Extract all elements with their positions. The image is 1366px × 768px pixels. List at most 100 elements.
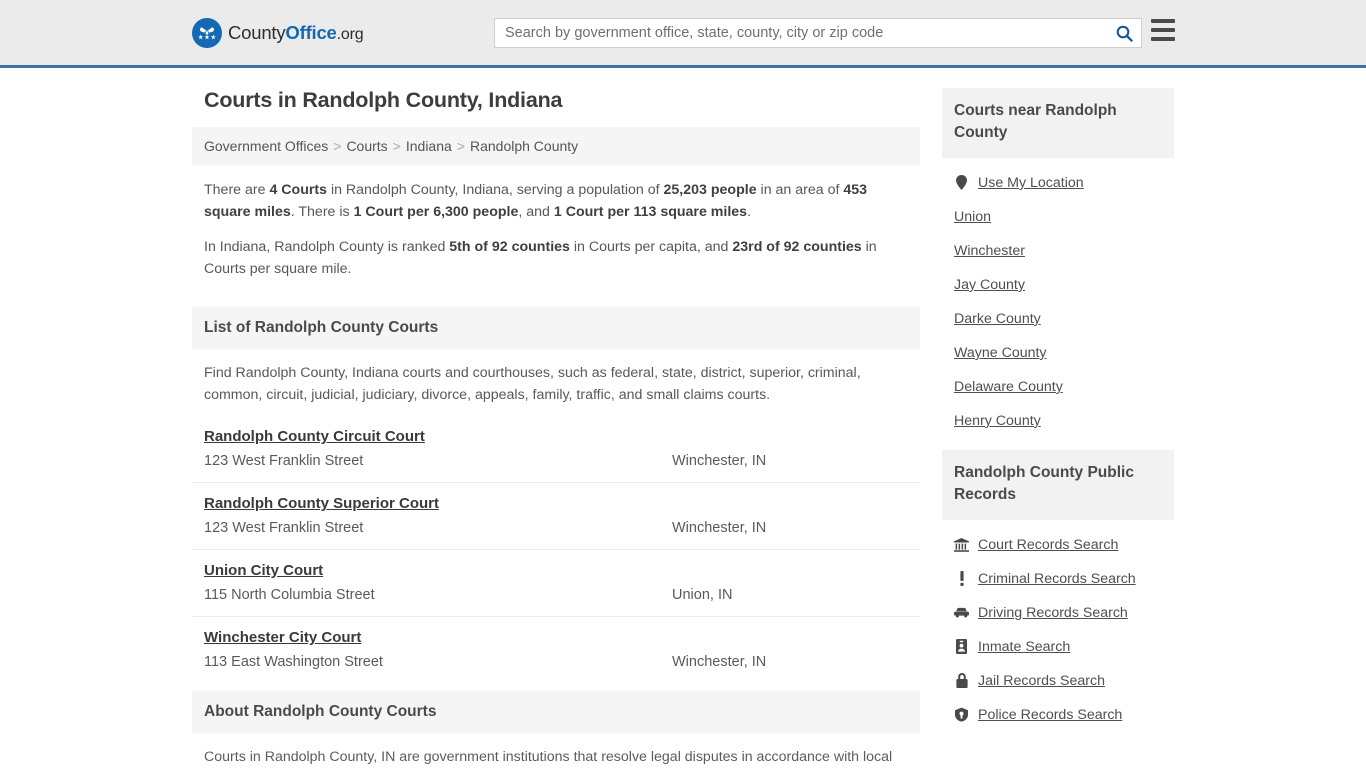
sidebar-link-label: Darke County (954, 310, 1041, 327)
list-section-heading: List of Randolph County Courts (192, 307, 920, 349)
intro-paragraph-1: There are 4 Courts in Randolph County, I… (204, 179, 908, 223)
sidebar-records-item-court-records-search[interactable]: Court Records Search (942, 528, 1174, 562)
sidebar-link-label: Driving Records Search (978, 604, 1128, 621)
sidebar-records-item-driving-records-search[interactable]: Driving Records Search (942, 596, 1174, 630)
site-logo[interactable]: CountyOffice.org (192, 17, 364, 48)
police-badge-icon (954, 707, 969, 722)
stat-text: in Randolph County, Indiana, serving a p… (327, 182, 664, 198)
list-section-description-wrap: Find Randolph County, Indiana courts and… (192, 349, 920, 410)
sidebar-records-item-inmate-search[interactable]: Inmate Search (942, 630, 1174, 664)
stat-text: . There is (290, 204, 354, 220)
logo-wordmark: CountyOffice.org (228, 21, 364, 44)
breadcrumb-item[interactable]: Randolph County (470, 138, 578, 154)
court-name-link[interactable]: Randolph County Superior Court (204, 495, 439, 512)
court-address: 115 North Columbia Street (204, 587, 375, 603)
court-city-state: Winchester, IN (672, 453, 767, 469)
court-name-link[interactable]: Union City Court (204, 562, 323, 579)
court-name-link[interactable]: Randolph County Circuit Court (204, 428, 425, 445)
sidebar-nearby-item-delaware-county[interactable]: Delaware County (942, 370, 1174, 404)
map-pin-icon (954, 175, 969, 191)
breadcrumb-separator: > (392, 138, 401, 154)
hamburger-menu-icon[interactable] (1151, 19, 1175, 41)
sidebar-link-label: Wayne County (954, 344, 1047, 361)
court-city-state: Union, IN (672, 587, 733, 603)
court-meta: 123 West Franklin Street Winchester, IN (204, 520, 908, 536)
about-section-heading: About Randolph County Courts (192, 691, 920, 733)
sidebar-link-label: Jay County (954, 276, 1025, 293)
stat-value: 5th of 92 counties (449, 239, 570, 255)
stat-value: 1 Court per 113 square miles (553, 204, 748, 220)
sidebar-link-label: Police Records Search (978, 706, 1123, 723)
logo-text-office: Office (285, 21, 337, 43)
court-address: 123 West Franklin Street (204, 520, 364, 536)
court-meta: 123 West Franklin Street Winchester, IN (204, 453, 908, 469)
sidebar-nearby-section: Courts near Randolph County Use My Locat… (942, 88, 1174, 444)
stat-text: , and (518, 204, 554, 220)
search-button[interactable] (1107, 19, 1141, 47)
breadcrumb-item[interactable]: Indiana (406, 138, 452, 154)
sidebar-nearby-item-union[interactable]: Union (942, 200, 1174, 234)
stat-text: In Indiana, Randolph County is ranked (204, 239, 450, 255)
court-list-item[interactable]: Randolph County Superior Court 123 West F… (192, 483, 920, 550)
search-icon (1116, 25, 1133, 42)
stat-text: There are (204, 182, 270, 198)
sidebar-nearby-item-darke-county[interactable]: Darke County (942, 302, 1174, 336)
list-section-description: Find Randolph County, Indiana courts and… (204, 365, 861, 403)
exclamation-icon (954, 571, 969, 587)
court-list-item[interactable]: Winchester City Court 113 East Washington… (192, 617, 920, 683)
sidebar-nearby-links: Use My Location Union Winchester Jay County… (942, 158, 1174, 444)
breadcrumb: Government Offices > Courts > Indiana > Randol… (192, 127, 920, 165)
breadcrumb-item[interactable]: Courts (346, 138, 387, 154)
sidebar-nearby-item-wayne-county[interactable]: Wayne County (942, 336, 1174, 370)
sidebar-link-label: Criminal Records Search (978, 570, 1136, 587)
search-input[interactable] (495, 19, 1107, 47)
page-title: Courts in Randolph County, Indiana (204, 88, 563, 112)
court-list-item[interactable]: Union City Court 115 North Columbia Stree… (192, 550, 920, 617)
sidebar-link-label: Court Records Search (978, 536, 1119, 553)
breadcrumb-separator: > (456, 138, 465, 154)
courthouse-icon (954, 537, 969, 552)
sidebar-records-links: Court Records Search Criminal Records Sea… (942, 520, 1174, 738)
court-meta: 115 North Columbia Street Union, IN (204, 587, 908, 603)
sidebar-records-item-criminal-records-search[interactable]: Criminal Records Search (942, 562, 1174, 596)
page-container: Courts in Randolph County, Indiana Gover… (0, 68, 1366, 768)
sidebar-records-item-police-records-search[interactable]: Police Records Search (942, 698, 1174, 732)
lock-icon (954, 673, 969, 689)
sidebar-nearby-item-jay-county[interactable]: Jay County (942, 268, 1174, 302)
sidebar-link-label: Union (954, 208, 992, 225)
sidebar-link-label: Winchester (954, 242, 1025, 259)
stat-text: in Courts per capita, and (569, 239, 733, 255)
breadcrumb-item[interactable]: Government Offices (204, 138, 328, 154)
search-bar[interactable] (494, 18, 1142, 48)
sidebar-link-label: Use My Location (978, 174, 1084, 191)
court-city-state: Winchester, IN (672, 520, 767, 536)
id-badge-icon (954, 639, 969, 655)
court-city-state: Winchester, IN (672, 654, 767, 670)
court-name-link[interactable]: Winchester City Court (204, 629, 361, 646)
sidebar-records-section: Randolph County Public Records Court Rec… (942, 449, 1174, 738)
car-icon (954, 607, 969, 618)
breadcrumb-separator: > (333, 138, 342, 154)
court-list-item[interactable]: Randolph County Circuit Court 123 West Fr… (192, 416, 920, 483)
stat-text: . (747, 204, 752, 220)
main-content: Courts in Randolph County, Indiana Gover… (192, 88, 920, 768)
eagle-stars-emblem-icon (192, 17, 222, 48)
stat-value: 4 Courts (269, 182, 327, 198)
stat-text: in an area of (756, 182, 844, 198)
court-list: Randolph County Circuit Court 123 West Fr… (192, 410, 920, 683)
logo-text-county: County (228, 21, 286, 43)
stat-value: 25,203 people (663, 182, 757, 198)
sidebar-nearby-item-henry-county[interactable]: Henry County (942, 404, 1174, 438)
sidebar-nearby-item-winchester[interactable]: Winchester (942, 234, 1174, 268)
intro-paragraph-2: In Indiana, Randolph County is ranked 5t… (204, 236, 908, 280)
about-section-text: Courts in Randolph County, IN are govern… (204, 749, 893, 765)
site-header: CountyOffice.org (0, 0, 1366, 68)
stat-value: 1 Court per 6,300 people (353, 204, 519, 220)
court-address: 123 West Franklin Street (204, 453, 364, 469)
intro-statistics: There are 4 Courts in Randolph County, I… (192, 165, 920, 299)
sidebar-records-item-jail-records-search[interactable]: Jail Records Search (942, 664, 1174, 698)
sidebar-link-label: Inmate Search (978, 638, 1071, 655)
about-section-body: Courts in Randolph County, IN are govern… (192, 733, 920, 768)
sidebar-nearby-item-use-my-location[interactable]: Use My Location (942, 166, 1174, 200)
sidebar-link-label: Henry County (954, 412, 1041, 429)
